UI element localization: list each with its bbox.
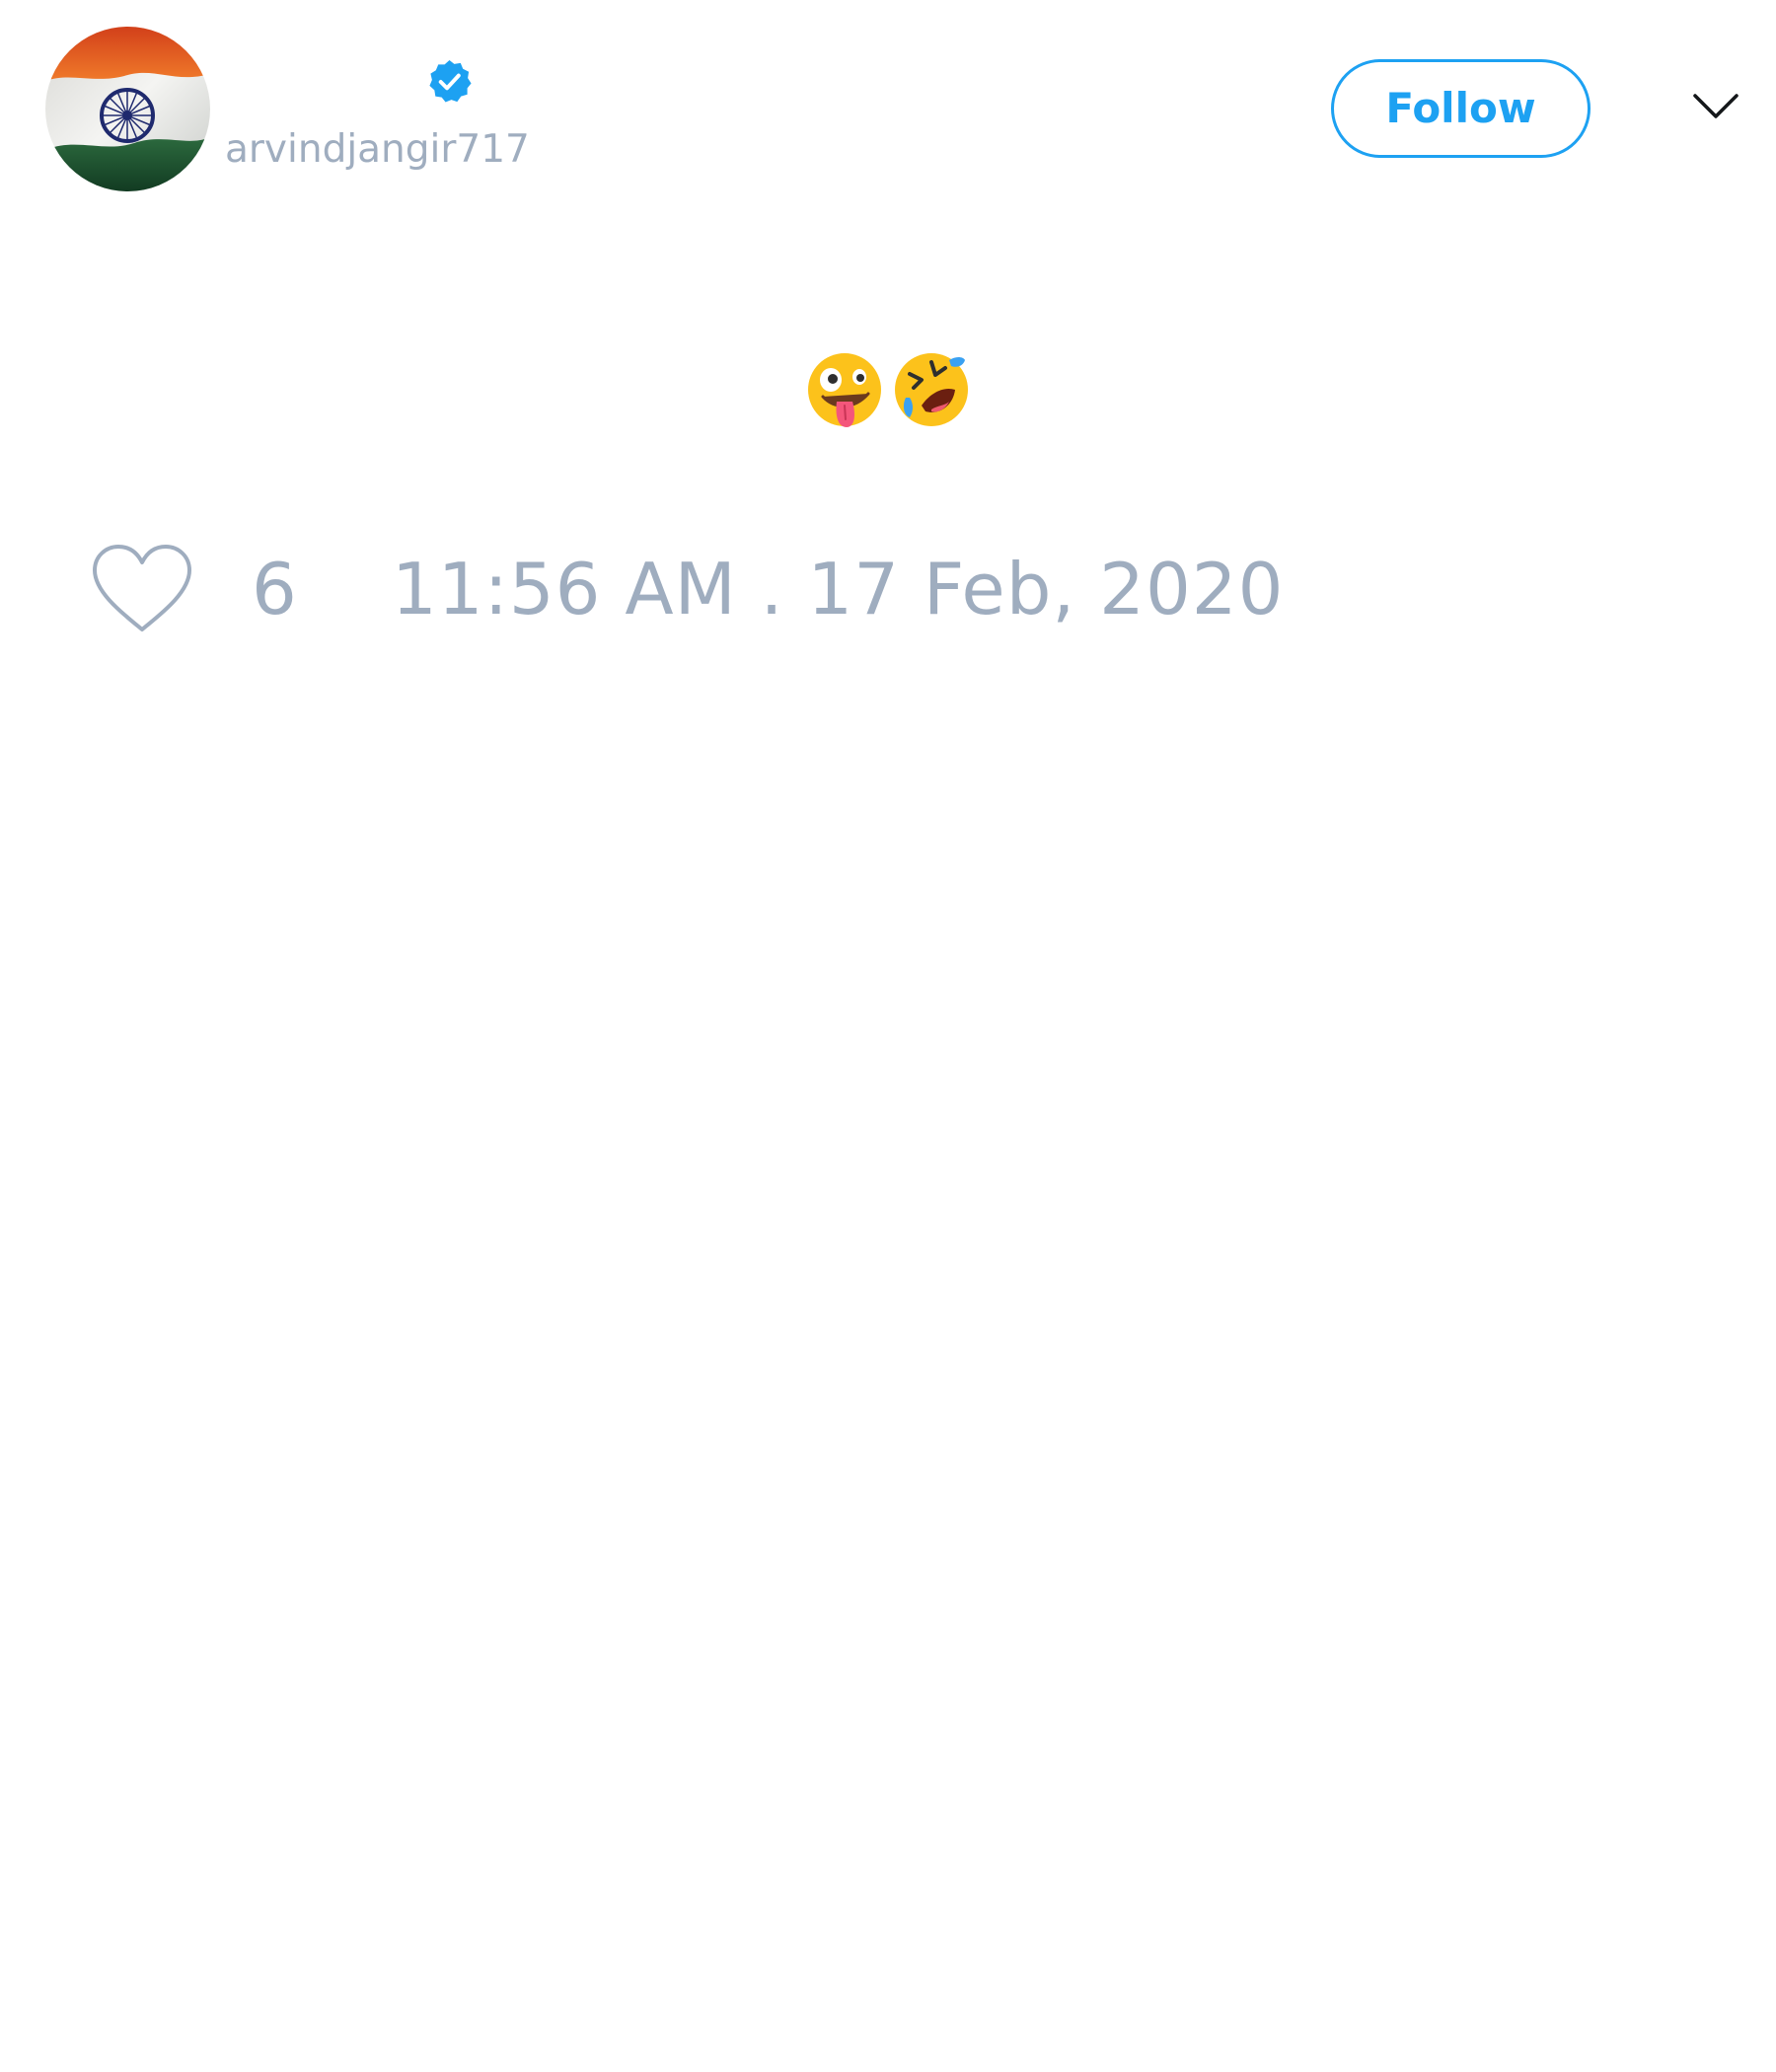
username-handle[interactable]: arvindjangir717 (225, 126, 530, 174)
rolling-on-floor-laughing-emoji (892, 350, 971, 429)
heart-icon[interactable] (89, 541, 195, 635)
follow-button[interactable]: Follow (1331, 59, 1591, 158)
tweet-timestamp[interactable]: 11:56 AM . 17 Feb, 2020 (392, 548, 1284, 630)
like-count: 6 (252, 548, 297, 630)
zany-face-emoji (805, 350, 884, 429)
tweet-card: arvindjangir717 Follow 6 11:56 AM . 17 F… (0, 0, 1776, 2072)
tweet-text (0, 345, 1776, 434)
avatar[interactable] (45, 27, 210, 191)
verified-badge-icon (426, 58, 473, 105)
chevron-down-icon[interactable] (1692, 92, 1739, 121)
